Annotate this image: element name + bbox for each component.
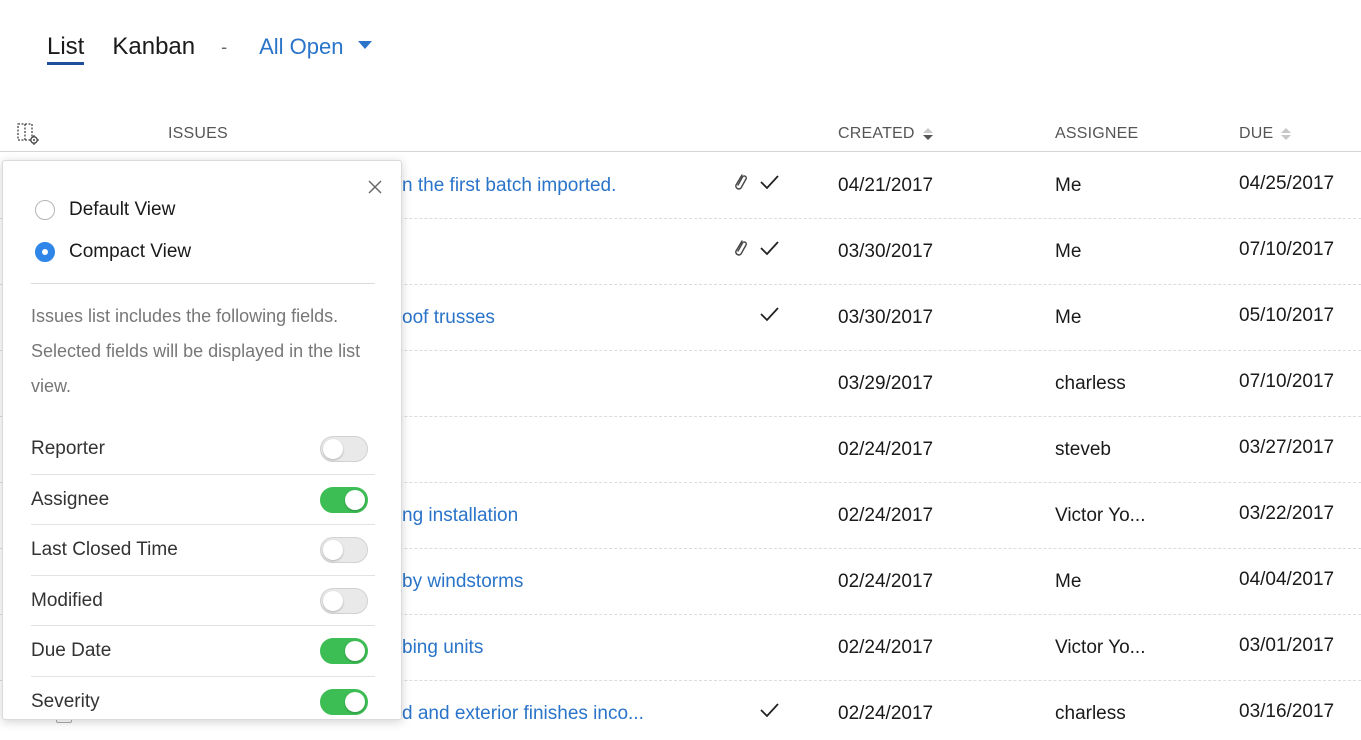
field-row-due-date: Due Date: [31, 626, 375, 677]
created-date: 02/24/2017: [838, 703, 934, 724]
close-icon[interactable]: [367, 179, 383, 195]
radio-label: Default View: [69, 199, 176, 220]
radio-default-view[interactable]: Default View: [35, 199, 175, 221]
filter-label: All Open: [259, 34, 344, 59]
view-separator: -: [221, 37, 228, 57]
due-date: 03/22/2017: [1239, 503, 1335, 524]
table-header: ISSUES CREATED ASSIGNEE DUE: [0, 116, 1361, 152]
fields-description: Issues list includes the following field…: [31, 306, 361, 396]
radio-button-selected[interactable]: [35, 242, 55, 262]
checkmark-icon: [760, 241, 779, 256]
toggle-assignee[interactable]: [320, 486, 368, 513]
assignee: charless: [1055, 373, 1126, 394]
checkmark-icon: [760, 175, 779, 190]
issue-title-link[interactable]: oof trusses: [402, 307, 495, 329]
checkmark-icon: [760, 703, 779, 718]
row-flags: [758, 303, 780, 325]
created-date: 03/30/2017: [838, 241, 934, 262]
due-date: 07/10/2017: [1239, 371, 1335, 392]
created-date: 03/29/2017: [838, 373, 934, 394]
field-label: Due Date: [31, 640, 112, 661]
assignee: steveb: [1055, 439, 1111, 460]
divider: [31, 283, 375, 284]
toggle-due-date[interactable]: [320, 638, 368, 664]
assignee: Me: [1055, 241, 1082, 262]
filter-dropdown[interactable]: All Open: [259, 32, 372, 62]
assignee: charless: [1055, 703, 1126, 724]
toggle-modified[interactable]: [320, 587, 368, 614]
field-label: Reporter: [31, 438, 105, 459]
attachment-icon: [735, 174, 747, 190]
assignee: Me: [1055, 571, 1082, 592]
issue-title-link[interactable]: by windstorms: [402, 571, 523, 593]
created-date: 02/24/2017: [838, 439, 934, 460]
toggle-last-closed-time[interactable]: [320, 537, 368, 563]
row-flags: [732, 171, 780, 193]
created-date: 03/30/2017: [838, 307, 934, 328]
created-date: 02/24/2017: [838, 637, 934, 658]
toggle-reporter[interactable]: [320, 436, 368, 462]
column-header-due[interactable]: DUE: [1239, 125, 1292, 143]
due-date: 05/10/2017: [1239, 305, 1335, 326]
field-row-severity: Severity: [31, 677, 375, 720]
row-flags: [758, 699, 780, 721]
field-row-modified: Modified: [31, 576, 375, 626]
due-date: 04/04/2017: [1239, 569, 1335, 590]
sort-desc-icon: [922, 128, 933, 140]
field-label: Severity: [31, 690, 100, 712]
field-toggle-list: Reporter Assignee Last Closed Time Modif…: [31, 424, 375, 720]
caret-down-icon: [357, 41, 372, 49]
due-header-label: DUE: [1239, 125, 1274, 142]
tab-kanban[interactable]: Kanban: [112, 32, 195, 62]
due-date: 03/16/2017: [1239, 701, 1335, 722]
created-date: 04/21/2017: [838, 175, 934, 196]
radio-button[interactable]: [35, 200, 55, 220]
assignee: Victor Yo...: [1055, 637, 1146, 658]
assignee: Me: [1055, 175, 1082, 196]
column-settings-icon[interactable]: [16, 122, 40, 146]
due-date: 04/25/2017: [1239, 173, 1335, 194]
field-label: Assignee: [31, 488, 110, 510]
sort-icon: [1281, 128, 1292, 140]
assignee: Victor Yo...: [1055, 505, 1146, 526]
field-row-last-closed-time: Last Closed Time: [31, 525, 375, 576]
column-header-assignee: ASSIGNEE: [1055, 125, 1139, 142]
created-date: 02/24/2017: [838, 571, 934, 592]
view-settings-popover: Default View Compact View Issues list in…: [2, 160, 402, 720]
created-date: 02/24/2017: [838, 505, 934, 526]
attachment-icon: [735, 240, 747, 256]
radio-label: Compact View: [69, 241, 192, 262]
view-bar: List Kanban - All Open: [47, 32, 372, 66]
issue-title-link[interactable]: d and exterior finishes inco...: [402, 703, 644, 725]
issue-title-link[interactable]: bing units: [402, 637, 483, 659]
tab-list[interactable]: List: [47, 32, 85, 65]
radio-compact-view[interactable]: Compact View: [35, 241, 191, 263]
toggle-severity[interactable]: [320, 688, 368, 715]
field-label: Modified: [31, 589, 103, 611]
checkmark-icon: [760, 307, 779, 322]
column-header-issues: ISSUES: [168, 125, 228, 142]
issue-title-link[interactable]: n the first batch imported.: [402, 175, 616, 197]
issue-title-link[interactable]: ng installation: [402, 505, 518, 527]
due-date: 03/01/2017: [1239, 635, 1335, 656]
created-header-label: CREATED: [838, 125, 915, 142]
due-date: 03/27/2017: [1239, 437, 1335, 458]
field-row-assignee: Assignee: [31, 475, 375, 525]
assignee: Me: [1055, 307, 1082, 328]
column-header-created[interactable]: CREATED: [838, 125, 933, 143]
field-row-reporter: Reporter: [31, 424, 375, 475]
field-label: Last Closed Time: [31, 539, 178, 560]
row-flags: [732, 237, 780, 259]
due-date: 07/10/2017: [1239, 239, 1335, 260]
